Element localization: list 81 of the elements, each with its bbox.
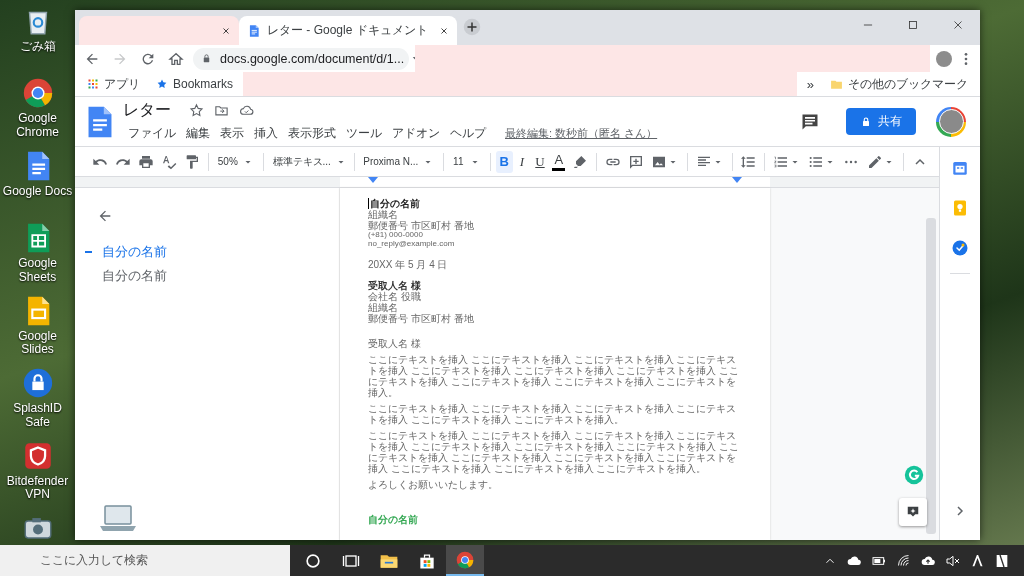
- bookmark-item[interactable]: Bookmarks: [150, 77, 240, 91]
- tasks-icon[interactable]: [951, 239, 969, 257]
- outline-item[interactable]: 自分の名前: [75, 240, 339, 264]
- body-paragraph: ここにテキストを挿入 ここにテキストを挿入 ここにテキストを挿入 ここにテキストを挿入 ここにテキストを挿入 ここにテキストを挿入 ここにテキストを挿入 ここにテキストを挿入 ここにテキストを挿入 ここにテキストを挿入 ここにテキストを挿入 ここにテキストを挿入 ここにテキストを挿入 ここにテキストを挿入。: [368, 429, 741, 474]
- desktop-shortcut[interactable]: Bitdefender VPN: [0, 438, 75, 511]
- apps-icon: [87, 78, 99, 90]
- line-spacing-icon[interactable]: [740, 153, 757, 170]
- recipient-name: 受取人名 様: [368, 279, 422, 291]
- star-icon: [156, 78, 168, 90]
- tray-app-icon[interactable]: [970, 553, 985, 568]
- address-line: 組織名: [368, 209, 399, 220]
- last-edit-link[interactable]: 最終編集: 数秒前（匿名 さん）: [505, 126, 658, 141]
- desktop-shortcut[interactable]: Google Chrome: [0, 76, 75, 149]
- bookmarks-overflow[interactable]: »: [800, 76, 820, 92]
- desktop-shortcut[interactable]: Google Slides: [0, 293, 75, 367]
- address-line: 郵便番号 市区町村 番地: [368, 220, 475, 231]
- laptop-icon: [98, 503, 138, 533]
- chrome-icon: [455, 549, 475, 570]
- desktop-shortcut[interactable]: Google Sheets: [0, 221, 75, 294]
- menu-item[interactable]: アドオン: [387, 124, 445, 143]
- search-field[interactable]: ここに入力して検索: [0, 545, 290, 576]
- wifi-icon[interactable]: [896, 553, 911, 568]
- notification-icon[interactable]: [994, 552, 1010, 569]
- explore-button[interactable]: [899, 498, 927, 526]
- sender-name: 自分の名前: [368, 198, 745, 209]
- contact-line: (+81) 000-0000: [368, 231, 423, 239]
- close-icon[interactable]: [439, 25, 449, 36]
- spellcheck-icon[interactable]: [161, 153, 177, 170]
- font-size-dropdown[interactable]: 11: [449, 153, 485, 170]
- print-icon[interactable]: [138, 153, 154, 170]
- add-comment-icon[interactable]: [627, 153, 644, 170]
- desktop-shortcut[interactable]: Google Docs: [0, 148, 75, 222]
- avatar[interactable]: [936, 106, 966, 137]
- style-dropdown[interactable]: 標準テキス...: [268, 152, 349, 171]
- address-line: 郵便番号 市区町村 番地: [368, 312, 475, 324]
- bookmark-folder[interactable]: その他のブックマーク: [824, 75, 974, 93]
- pencil-icon[interactable]: [867, 153, 884, 170]
- document-title[interactable]: レター: [123, 100, 171, 121]
- folder-move-icon[interactable]: [214, 103, 229, 118]
- menu-item[interactable]: 表示: [215, 124, 249, 143]
- date-line: 20XX 年 5 月 4 日: [368, 258, 449, 270]
- italic-button[interactable]: I: [513, 150, 531, 173]
- underline-button[interactable]: U: [531, 150, 549, 173]
- contact-line: no_reply@example.com: [368, 239, 456, 249]
- desktop-shortcut[interactable]: ごみ箱: [0, 4, 75, 77]
- highlighter-icon[interactable]: [572, 153, 589, 170]
- body-paragraph: ここにテキストを挿入 ここにテキストを挿入 ここにテキストを挿入 ここにテキストを挿入 ここにテキストを挿入 ここにテキストを挿入。: [368, 402, 738, 425]
- desktop-shortcut[interactable]: SplashID Safe: [0, 366, 75, 439]
- salutation: 受取人名 様: [368, 337, 422, 349]
- document-icon: [247, 23, 261, 38]
- lock-icon: [860, 115, 872, 128]
- font-dropdown[interactable]: Proxima N...: [359, 153, 439, 170]
- menu-item[interactable]: ファイル: [123, 124, 181, 143]
- menu-item[interactable]: ツール: [341, 124, 387, 143]
- address-line: 会社名 役職: [368, 290, 422, 302]
- back-icon[interactable]: [97, 208, 113, 224]
- address-line: 組織名: [368, 301, 399, 313]
- outline-item[interactable]: 自分の名前: [75, 264, 339, 288]
- new-tab-icon[interactable]: [463, 18, 481, 36]
- menu-item[interactable]: ヘルプ: [445, 124, 491, 143]
- share-button[interactable]: 共有: [846, 108, 916, 135]
- bold-button[interactable]: B: [495, 150, 513, 173]
- body-paragraph: ここにテキストを挿入 ここにテキストを挿入 ここにテキストを挿入 ここにテキストを挿入 ここにテキストを挿入 ここにテキストを挿入 ここにテキストを挿入 ここにテキストを挿入 ここにテキストを挿入 ここにテキストを挿入 ここにテキストを挿入。: [368, 353, 741, 398]
- menu-item[interactable]: 挿入: [249, 124, 283, 143]
- calendar-icon[interactable]: [951, 159, 969, 177]
- signature-name: 自分の名前: [368, 513, 419, 525]
- browser-tab[interactable]: レター - Google ドキュメント: [239, 16, 457, 45]
- star-icon[interactable]: [189, 103, 204, 118]
- menu-item[interactable]: 表示形式: [283, 124, 341, 143]
- bookmark-item[interactable]: アプリ: [81, 75, 146, 93]
- text-color-button[interactable]: A: [552, 152, 566, 171]
- lock-icon: [201, 53, 212, 64]
- closing-line: よろしくお願いいたします。: [368, 478, 499, 490]
- home-icon[interactable]: [168, 50, 184, 67]
- close-icon[interactable]: [221, 25, 231, 36]
- scrollbar[interactable]: [926, 218, 936, 534]
- avatar[interactable]: [936, 50, 952, 67]
- paint-format-icon[interactable]: [184, 153, 200, 170]
- cloud-icon: [239, 103, 254, 118]
- zoom-dropdown[interactable]: 50%: [213, 153, 258, 170]
- menu-item[interactable]: 編集: [181, 124, 215, 143]
